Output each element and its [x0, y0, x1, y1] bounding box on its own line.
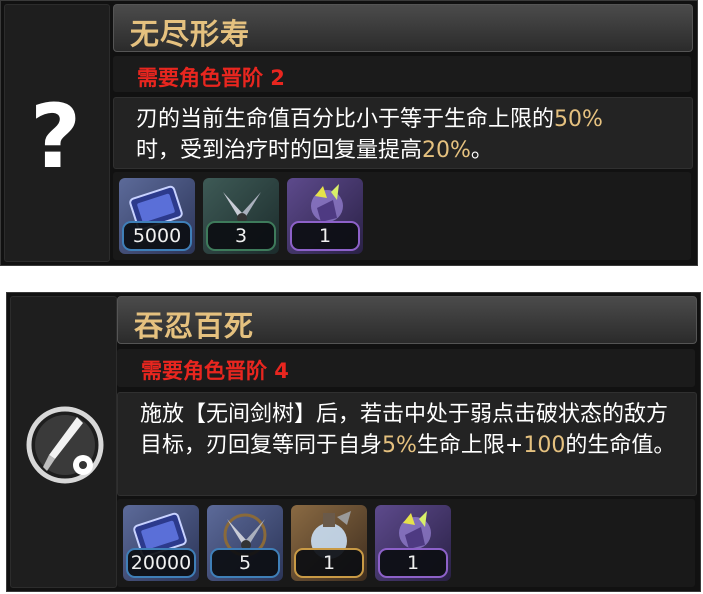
description-box: 施放【无间剑树】后，若击中处于弱点击破状态的敌方目标，刃回复等同于自身5%生命上…	[117, 392, 697, 496]
material-slot[interactable]: 1	[291, 505, 367, 581]
material-count: 5	[210, 548, 280, 578]
sword-skill-icon	[26, 406, 104, 484]
question-mark-icon: ?	[30, 85, 82, 188]
material-count: 1	[294, 548, 364, 578]
requirement-bar: 需要角色晋阶 4	[117, 349, 695, 387]
trace-title: 无尽形寿	[130, 17, 251, 51]
trace-title: 吞忍百死	[134, 309, 255, 343]
trace-description: 施放【无间剑树】后，若击中处于弱点击破状态的敌方目标，刃回复等同于自身5%生命上…	[140, 399, 685, 461]
trace-card-1: ? 无尽形寿 需要角色晋阶 2 刃的当前生命值百分比小于等于生命上限的50% 时，…	[0, 0, 698, 266]
material-count: 1	[290, 221, 360, 251]
material-slot[interactable]: 3	[203, 178, 279, 254]
material-slot[interactable]: 1	[287, 178, 363, 254]
material-count: 5000	[122, 221, 192, 251]
materials-row: 5000 3 1	[113, 172, 691, 260]
trace-card-2: 吞忍百死 需要角色晋阶 4 施放【无间剑树】后，若击中处于弱点击破状态的敌方目标…	[6, 292, 701, 592]
title-bar: 吞忍百死	[117, 296, 697, 344]
desc-text: 刃的当前生命值百分比小于等于生命上限的	[136, 107, 555, 132]
materials-row: 20000 5 1 1	[117, 499, 695, 587]
ascension-requirement: 需要角色晋阶 2	[137, 66, 285, 90]
description-box: 刃的当前生命值百分比小于等于生命上限的50% 时，受到治疗时的回复量提高20%。	[113, 97, 693, 169]
desc-text: 生命上限+	[416, 433, 524, 458]
desc-text: 时，受到治疗时的回复量提高	[136, 138, 423, 163]
desc-text: 的生命值。	[565, 433, 676, 458]
ascension-requirement: 需要角色晋阶 4	[141, 359, 289, 383]
trace-description: 刃的当前生命值百分比小于等于生命上限的50% 时，受到治疗时的回复量提高20%。	[136, 104, 603, 166]
material-slot[interactable]: 1	[375, 505, 451, 581]
requirement-bar: 需要角色晋阶 2	[113, 56, 691, 92]
material-count: 1	[378, 548, 448, 578]
material-count: 20000	[126, 548, 196, 578]
desc-text: 。	[470, 138, 493, 163]
desc-value-highlight: 100	[523, 433, 566, 458]
desc-value-highlight: 5%	[382, 433, 417, 458]
title-bar: 无尽形寿	[113, 4, 693, 52]
trace-icon-panel: ?	[4, 4, 110, 262]
desc-value-highlight: 50%	[554, 107, 603, 132]
material-slot[interactable]: 5	[207, 505, 283, 581]
material-slot[interactable]: 20000	[123, 505, 199, 581]
trace-icon-panel	[10, 296, 117, 588]
material-slot[interactable]: 5000	[119, 178, 195, 254]
material-count: 3	[206, 221, 276, 251]
desc-value-highlight: 20%	[422, 138, 471, 163]
